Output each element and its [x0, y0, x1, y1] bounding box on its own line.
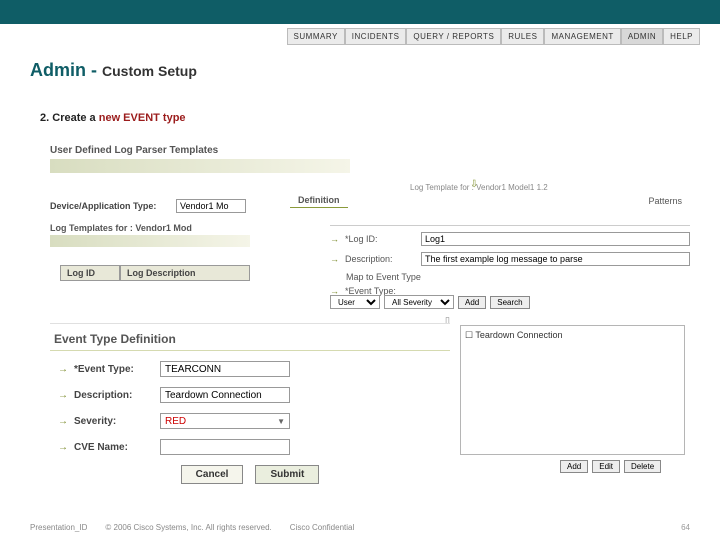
- log-detail-box: → *Log ID: → Description: Map to Event T…: [330, 225, 690, 302]
- def-severity-select[interactable]: RED ▼: [160, 413, 290, 429]
- def-cvename-label: CVE Name:: [74, 442, 154, 453]
- event-row[interactable]: ☐ Teardown Connection: [465, 330, 680, 341]
- nav-help[interactable]: HELP: [663, 28, 700, 45]
- filter-add-button[interactable]: Add: [458, 296, 486, 309]
- footer-presentation-id: Presentation_ID: [30, 523, 87, 532]
- desc-label: Description:: [345, 254, 415, 264]
- nav-query-reports[interactable]: QUERY / REPORTS: [406, 28, 501, 45]
- footer-page-number: 64: [681, 523, 690, 532]
- def-severity-label: Severity:: [74, 416, 154, 427]
- list-delete-button[interactable]: Delete: [624, 460, 661, 473]
- title-sub: Custom Setup: [102, 63, 197, 79]
- nav-admin[interactable]: ADMIN: [621, 28, 663, 45]
- map-label: Map to Event Type: [346, 272, 690, 282]
- panel-area: User Defined Log Parser Templates Log Te…: [30, 145, 690, 485]
- arrow-icon: →: [58, 416, 68, 427]
- def-eventtype-input[interactable]: [160, 361, 290, 377]
- filter-search-button[interactable]: Search: [490, 296, 529, 309]
- definition-tabs: Definition Patterns: [290, 193, 690, 208]
- log-table-header: Log ID Log Description: [60, 265, 250, 281]
- cancel-button[interactable]: Cancel: [181, 465, 244, 484]
- def-header: Event Type Definition: [50, 332, 450, 351]
- chevron-down-icon: ▼: [277, 417, 285, 426]
- title-main: Admin: [30, 60, 86, 80]
- tab-patterns[interactable]: Patterns: [640, 194, 690, 208]
- def-cvename-input[interactable]: [160, 439, 290, 455]
- th-logid: Log ID: [60, 265, 120, 281]
- def-severity-value: RED: [165, 416, 186, 427]
- desc-input[interactable]: [421, 252, 690, 266]
- arrow-icon: →: [58, 442, 68, 453]
- def-description-label: Description:: [74, 390, 154, 401]
- top-caption: Log Template for : Vendor1 Model1 1.2: [410, 183, 548, 192]
- th-logdesc: Log Description: [120, 265, 250, 281]
- list-edit-button[interactable]: Edit: [592, 460, 620, 473]
- footer: Presentation_ID © 2006 Cisco Systems, In…: [30, 523, 690, 532]
- logid-label: *Log ID:: [345, 234, 415, 244]
- device-type-label: Device/Application Type:: [50, 201, 170, 211]
- step-number: 2.: [40, 112, 49, 124]
- device-type-input[interactable]: [176, 199, 246, 213]
- nav-rules[interactable]: RULES: [501, 28, 544, 45]
- nav-management[interactable]: MANAGEMENT: [544, 28, 620, 45]
- arrow-icon: →: [58, 364, 68, 375]
- section-label: User Defined Log Parser Templates: [50, 145, 350, 156]
- title-dash: -: [86, 60, 102, 80]
- step-instruction: 2. Create a new EVENT type: [40, 112, 186, 124]
- arrow-icon: →: [58, 390, 68, 401]
- page-title: Admin - Custom Setup: [30, 60, 197, 81]
- down-arrow-icon: ⇩: [470, 179, 478, 190]
- step-highlight: new EVENT type: [99, 112, 186, 124]
- arrow-icon: →: [330, 254, 339, 264]
- section-user-defined: User Defined Log Parser Templates: [50, 145, 350, 173]
- gradient-bar-2: [50, 235, 250, 247]
- logid-input[interactable]: [421, 232, 690, 246]
- footer-copyright: © 2006 Cisco Systems, Inc. All rights re…: [105, 523, 271, 532]
- tab-definition[interactable]: Definition: [290, 193, 348, 208]
- step-text: Create a: [52, 112, 98, 124]
- event-type-list[interactable]: ☐ Teardown Connection: [460, 325, 685, 455]
- list-add-button[interactable]: Add: [560, 460, 588, 473]
- filter-row: User All Severity Add Search: [330, 295, 530, 309]
- list-action-buttons: Add Edit Delete: [560, 460, 661, 473]
- nav-incidents[interactable]: INCIDENTS: [345, 28, 407, 45]
- top-bar: [0, 0, 720, 24]
- submit-button[interactable]: Submit: [255, 465, 319, 484]
- filter-user-select[interactable]: User: [330, 295, 380, 309]
- nav-summary[interactable]: SUMMARY: [287, 28, 345, 45]
- log-templates-label: Log Templates for : Vendor1 Mod: [50, 223, 192, 233]
- arrow-icon: →: [330, 234, 339, 244]
- def-eventtype-label: *Event Type:: [74, 364, 154, 375]
- device-type-row: Device/Application Type:: [50, 199, 246, 213]
- filter-severity-select[interactable]: All Severity: [384, 295, 454, 309]
- footer-confidential: Cisco Confidential: [290, 523, 354, 532]
- def-description-input[interactable]: [160, 387, 290, 403]
- event-type-definition-panel: Event Type Definition → *Event Type: → D…: [50, 323, 450, 492]
- gradient-bar: [50, 159, 350, 173]
- main-nav: SUMMARY INCIDENTS QUERY / REPORTS RULES …: [287, 28, 700, 45]
